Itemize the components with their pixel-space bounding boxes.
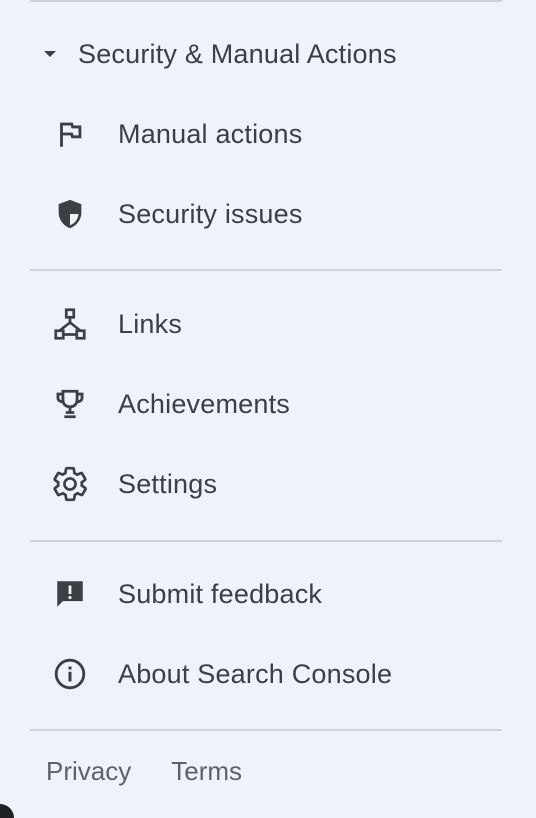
flag-icon [50, 114, 90, 154]
window-corner [0, 804, 14, 818]
info-icon [50, 654, 90, 694]
nav-item-manual-actions[interactable]: Manual actions [30, 104, 502, 164]
section-title: Security & Manual Actions [78, 38, 397, 69]
nav-item-label: Submit feedback [118, 578, 323, 609]
shield-icon [50, 194, 90, 234]
terms-link[interactable]: Terms [171, 756, 242, 787]
nav-item-links[interactable]: Links [30, 294, 502, 354]
section-security-manual-actions[interactable]: Security & Manual Actions [30, 24, 502, 84]
trophy-icon [50, 384, 90, 424]
nav-item-submit-feedback[interactable]: Submit feedback [30, 564, 502, 624]
navigation-panel: Security & Manual Actions Manual actions… [0, 0, 536, 818]
divider-top [30, 0, 502, 2]
nav-item-label: Security issues [118, 198, 303, 229]
nav-item-label: Links [118, 308, 183, 339]
nav-item-achievements[interactable]: Achievements [30, 374, 502, 434]
arrow-drop-down-icon [30, 34, 70, 74]
nav-item-label: Settings [118, 468, 218, 499]
nav-item-about-search-console[interactable]: About Search Console [30, 644, 502, 704]
nav-item-label: Manual actions [118, 118, 303, 149]
gear-icon [50, 464, 90, 504]
divider [30, 269, 502, 271]
divider [30, 729, 502, 731]
nav-item-security-issues[interactable]: Security issues [30, 184, 502, 244]
divider [30, 540, 502, 542]
nav-item-settings[interactable]: Settings [30, 454, 502, 514]
feedback-icon [50, 574, 90, 614]
footer-links: Privacy Terms [46, 756, 242, 787]
nav-item-label: About Search Console [118, 658, 393, 689]
links-sitemap-icon [50, 304, 90, 344]
privacy-link[interactable]: Privacy [46, 756, 131, 787]
nav-item-label: Achievements [118, 388, 290, 419]
